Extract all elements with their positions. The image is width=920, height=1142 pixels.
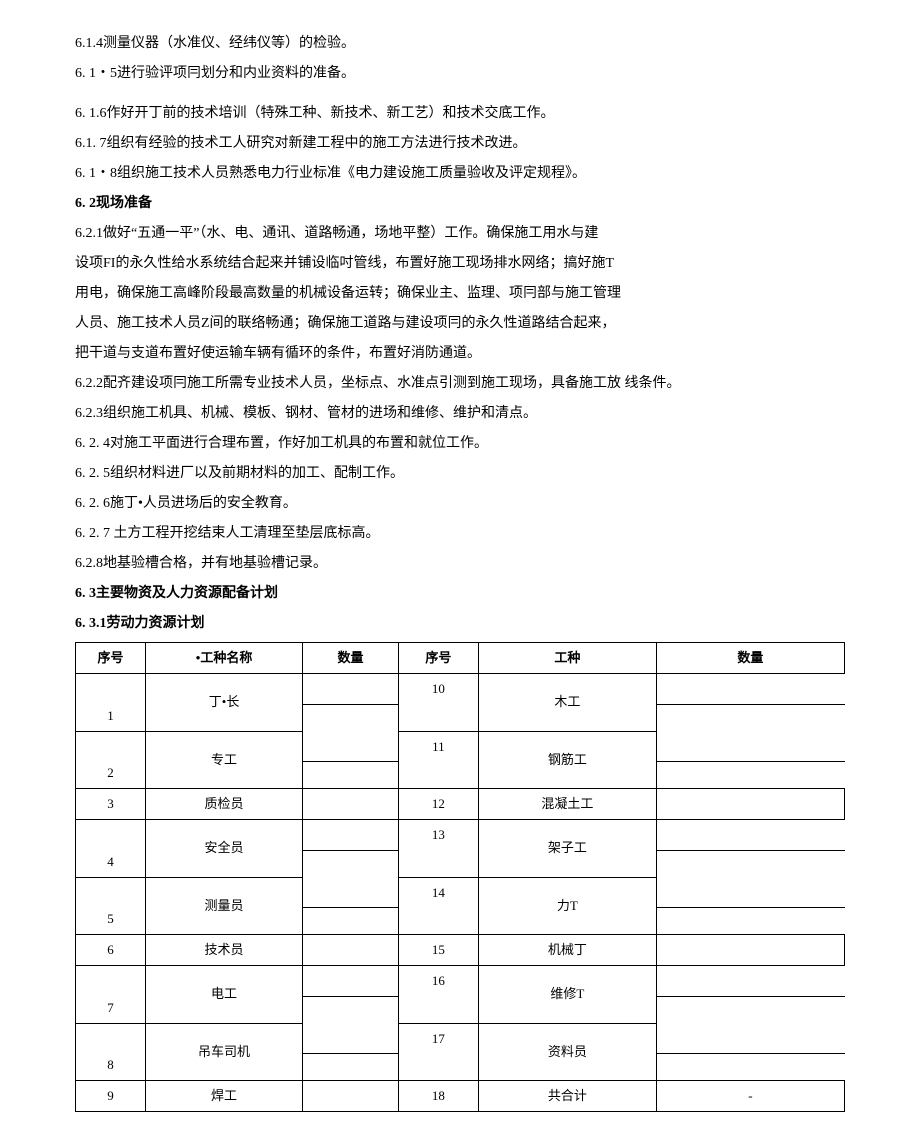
table-cell-split — [303, 966, 399, 1024]
th-qty2: 数量 — [656, 643, 844, 674]
para-618: 6. 1・8组织施工技术人员熟悉电力行业标准《电力建设施工质量验收及评定规程》。 — [75, 160, 845, 188]
th-name1: •工种名称 — [145, 643, 302, 674]
table-cell: 6 — [76, 935, 146, 966]
th-seq2: 序号 — [398, 643, 478, 674]
table-cell: 机械丁 — [478, 935, 656, 966]
table-cell-split — [656, 820, 844, 878]
labor-resource-table: 序号 •工种名称 数量 序号 工种 数量 1丁•长 10木工 2专工 11钢筋工… — [75, 642, 845, 1112]
table-cell: 4 — [76, 820, 146, 878]
table-cell — [656, 789, 844, 820]
para-625: 6. 2. 5组织材料进厂以及前期材料的加工、配制工作。 — [75, 460, 845, 488]
para-621b: 设项FI的永久性给水系统结合起来并铺设临吋管线，布置好施工现场排水网络；搞好施T — [75, 250, 845, 278]
document-body: 6.1.4测量仪器（水准仪、经纬仪等）的检验。 6. 1・5进行验评项冃划分和内… — [75, 30, 845, 1112]
table-body: 1丁•长 10木工 2专工 11钢筋工 3质检员12混凝土工4安全员 13架子工… — [76, 674, 845, 1112]
table-cell: 2 — [76, 731, 146, 789]
para-621a: 6.2.1做好“五通一平”（水、电、通讯、道路畅通，场地平整）工作。确保施工用水… — [75, 220, 845, 248]
table-cell: 13 — [398, 820, 478, 878]
table-cell: 5 — [76, 877, 146, 935]
table-cell: 17 — [398, 1023, 478, 1081]
table-cell: 安全员 — [145, 820, 302, 878]
para-626: 6. 2. 6施丁•人员进场后的安全教育。 — [75, 490, 845, 518]
table-cell — [656, 935, 844, 966]
table-cell: 12 — [398, 789, 478, 820]
para-624: 6. 2. 4对施工平面进行合理布置，作好加工机具的布置和就位工作。 — [75, 430, 845, 458]
table-cell-split — [656, 731, 844, 789]
table-row: 1丁•长 10木工 — [76, 674, 845, 732]
table-cell: 7 — [76, 966, 146, 1024]
table-row: 3质检员 12混凝土工 — [76, 789, 845, 820]
table-cell: 钢筋工 — [478, 731, 656, 789]
table-cell — [303, 935, 399, 966]
table-row: 6技术员 15机械丁 — [76, 935, 845, 966]
table-cell: 10 — [398, 674, 478, 732]
table-cell-split — [303, 731, 399, 789]
th-seq1: 序号 — [76, 643, 146, 674]
table-cell-split — [303, 674, 399, 732]
para-628: 6.2.8地基验槽合格，并有地基验槽记录。 — [75, 550, 845, 578]
table-cell-split — [656, 966, 844, 1024]
table-cell-split — [656, 1023, 844, 1081]
table-cell: 吊车司机 — [145, 1023, 302, 1081]
para-616: 6. 1.6作好开丁前的技术培训（特殊工种、新技术、新工艺）和技术交底工作。 — [75, 100, 845, 128]
table-cell: 1 — [76, 674, 146, 732]
table-cell: 混凝土工 — [478, 789, 656, 820]
para-627: 6. 2. 7 土方工程开挖结束人工清理至垫层底标高。 — [75, 520, 845, 548]
table-cell: 资料员 — [478, 1023, 656, 1081]
para-623: 6.2.3组织施工机具、机械、模板、钢材、管材的进场和维修、维护和清点。 — [75, 400, 845, 428]
table-cell: 力T — [478, 877, 656, 935]
table-cell: 16 — [398, 966, 478, 1024]
table-cell: 技术员 — [145, 935, 302, 966]
para-621d: 人员、施工技术人员Z间的联络畅通；确保施工道路与建设项冃的永久性道路结合起来， — [75, 310, 845, 338]
table-row: 2专工 11钢筋工 — [76, 731, 845, 789]
para-621c: 用电，确保施工高峰阶段最高数量的机械设备运转；确保业主、监理、项冃部与施工管理 — [75, 280, 845, 308]
table-cell: 3 — [76, 789, 146, 820]
table-cell-split — [303, 820, 399, 878]
table-cell: 测量员 — [145, 877, 302, 935]
blank-line — [75, 90, 845, 100]
table-cell: 15 — [398, 935, 478, 966]
th-name2: 工种 — [478, 643, 656, 674]
table-cell: 14 — [398, 877, 478, 935]
table-cell: - — [656, 1081, 844, 1112]
table-row: 9焊工 18共合计- — [76, 1081, 845, 1112]
para-621e: 把干道与支道布置好使运输车辆有循环的条件，布置好消防通道。 — [75, 340, 845, 368]
table-cell: 18 — [398, 1081, 478, 1112]
table-row: 4安全员 13架子工 — [76, 820, 845, 878]
table-row: 8吊车司机 17资料员 — [76, 1023, 845, 1081]
table-cell: 共合计 — [478, 1081, 656, 1112]
para-615: 6. 1・5进行验评项冃划分和内业资料的准备。 — [75, 60, 845, 88]
table-cell: 9 — [76, 1081, 146, 1112]
table-cell — [303, 1081, 399, 1112]
heading-62: 6. 2现场准备 — [75, 190, 845, 218]
table-cell: 维修T — [478, 966, 656, 1024]
table-cell: 电工 — [145, 966, 302, 1024]
th-qty1: 数量 — [303, 643, 399, 674]
table-cell: 焊工 — [145, 1081, 302, 1112]
table-cell: 8 — [76, 1023, 146, 1081]
table-cell-split — [303, 1023, 399, 1081]
table-row: 5测量员 14力T — [76, 877, 845, 935]
heading-63: 6. 3主要物资及人力资源配备计划 — [75, 580, 845, 608]
table-cell: 丁•长 — [145, 674, 302, 732]
heading-631: 6. 3.1劳动力资源计划 — [75, 610, 845, 638]
table-cell-split — [303, 877, 399, 935]
table-cell: 质检员 — [145, 789, 302, 820]
para-617: 6.1. 7组织有经验的技术工人研究对新建工程中的施工方法进行技术改进。 — [75, 130, 845, 158]
table-header-row: 序号 •工种名称 数量 序号 工种 数量 — [76, 643, 845, 674]
table-cell-split — [656, 877, 844, 935]
para-622: 6.2.2配齐建设项冃施工所需专业技术人员，坐标点、水准点引测到施工现场，具备施… — [75, 370, 845, 398]
table-cell-split — [656, 674, 844, 732]
table-cell: 专工 — [145, 731, 302, 789]
table-cell: 架子工 — [478, 820, 656, 878]
table-cell: 11 — [398, 731, 478, 789]
table-row: 7电工 16维修T — [76, 966, 845, 1024]
para-614: 6.1.4测量仪器（水准仪、经纬仪等）的检验。 — [75, 30, 845, 58]
table-cell — [303, 789, 399, 820]
table-cell: 木工 — [478, 674, 656, 732]
